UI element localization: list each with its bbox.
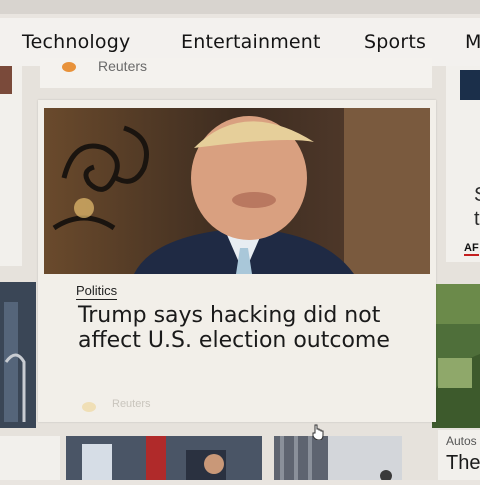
nav-tab-sports[interactable]: Sports xyxy=(364,31,426,53)
left-card-photo xyxy=(0,282,36,428)
right-card-headline-fragment-2: t xyxy=(474,208,480,230)
nav-tab-technology[interactable]: Technology xyxy=(22,31,130,53)
right-card-source-badge: AF xyxy=(464,242,479,256)
right-bottom-card-headline-fragment: The xyxy=(446,452,480,474)
article-headline[interactable]: Trump says hacking did not affect U.S. e… xyxy=(78,303,398,353)
right-bottom-card-category: Autos xyxy=(446,434,477,448)
article-category-link[interactable]: Politics xyxy=(76,283,118,300)
hand-cursor-icon xyxy=(312,424,324,440)
bottom-news-card-left[interactable] xyxy=(66,436,262,480)
reuters-logo-icon xyxy=(82,402,96,412)
top-news-card[interactable]: Reuters xyxy=(40,58,432,88)
left-side-card-image[interactable] xyxy=(0,282,36,428)
bottom-news-card-right[interactable] xyxy=(274,436,402,482)
top-card-source: Reuters xyxy=(98,58,148,74)
nav-tab-next[interactable]: M xyxy=(465,31,480,53)
reuters-logo-icon xyxy=(62,62,76,72)
right-card-photo xyxy=(432,284,480,428)
news-photo xyxy=(44,108,430,274)
main-card-image[interactable] xyxy=(44,108,430,274)
left-side-card-top[interactable] xyxy=(0,66,22,266)
left-card-thumbnail xyxy=(0,66,12,94)
main-card-source: Reuters xyxy=(112,398,151,410)
nav-tab-entertainment[interactable]: Entertainment xyxy=(181,31,321,53)
bottom-card-photo-2 xyxy=(274,436,402,482)
right-bottom-card[interactable]: Autos The xyxy=(438,430,480,480)
monitor-top-edge xyxy=(0,0,480,14)
right-side-card-top[interactable]: S t AF xyxy=(446,66,480,262)
right-card-headline-fragment-1: S xyxy=(474,184,480,207)
right-card-thumbnail xyxy=(460,70,480,100)
right-side-card-image[interactable] xyxy=(432,284,480,428)
bottom-card-photo xyxy=(66,436,262,480)
left-bottom-card[interactable] xyxy=(0,436,60,480)
